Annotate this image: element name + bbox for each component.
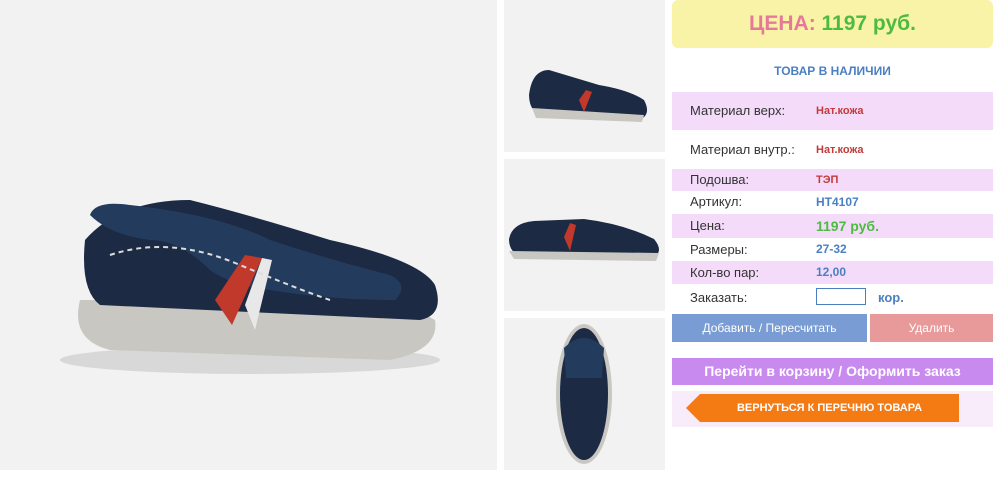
spec-label: Артикул: (690, 194, 743, 209)
spec-row-pairs: Кол-во пар: 12,00 (672, 261, 993, 284)
back-to-catalog-label: ВЕРНУТЬСЯ К ПЕРЕЧНЮ ТОВАРА (736, 402, 923, 414)
loafer-thumbnail-image (509, 219, 659, 261)
spec-value: 12,00 (816, 265, 847, 279)
spec-label: Цена: (690, 218, 725, 233)
spec-label: Материал верх: (690, 103, 786, 118)
go-to-cart-button[interactable]: Перейти в корзину / Оформить заказ (672, 358, 993, 385)
back-to-catalog-button[interactable]: ВЕРНУТЬСЯ К ПЕРЕЧНЮ ТОВАРА (686, 394, 959, 422)
loafer-thumbnail-image (556, 324, 612, 464)
spec-row-material-top: Материал верх: Нат.кожа (672, 92, 993, 130)
spec-row-material-inner: Материал внутр.: Нат.кожа (672, 131, 993, 169)
thumbnail-side-view[interactable] (504, 0, 665, 152)
price-header: ЦЕНА: 1197 руб. (672, 0, 993, 48)
spec-row-price: Цена: 1197 руб. (672, 214, 993, 238)
main-product-photo (0, 0, 497, 470)
spec-label: Материал внутр.: (690, 142, 795, 157)
spec-label: Кол-во пар: (690, 265, 760, 280)
spec-value: Нат.кожа (816, 144, 864, 156)
spec-label: Размеры: (690, 242, 748, 257)
price-label: ЦЕНА: (749, 12, 816, 35)
thumbnail-angle-view[interactable] (504, 159, 665, 311)
arrow-left-icon (686, 394, 700, 422)
delete-button[interactable]: Удалить (870, 314, 993, 342)
back-button-container: ВЕРНУТЬСЯ К ПЕРЕЧНЮ ТОВАРА (672, 391, 993, 427)
order-quantity-input[interactable] (816, 288, 866, 305)
loafer-thumbnail-image (529, 70, 648, 122)
spec-label: Подошва: (690, 172, 750, 187)
spec-row-sole: Подошва: ТЭП (672, 169, 993, 191)
spec-value: Нат.кожа (816, 105, 864, 117)
spec-value: НТ4107 (816, 195, 859, 209)
spec-value: 1197 руб. (816, 218, 879, 234)
order-label: Заказать: (690, 290, 748, 305)
spec-row-sizes: Размеры: 27-32 (672, 238, 993, 261)
order-row: Заказать: кор. (672, 287, 993, 309)
spec-row-article: Артикул: НТ4107 (672, 191, 993, 213)
price-value: 1197 руб. (821, 12, 916, 35)
spec-value: ТЭП (816, 174, 839, 186)
thumbnail-top-view[interactable] (504, 318, 665, 470)
loafer-shoe-image (60, 200, 440, 374)
add-recalculate-button[interactable]: Добавить / Пересчитать (672, 314, 867, 342)
spec-value: 27-32 (816, 242, 847, 256)
stock-status: ТОВАР В НАЛИЧИИ (774, 64, 891, 78)
order-unit: кор. (878, 290, 904, 305)
